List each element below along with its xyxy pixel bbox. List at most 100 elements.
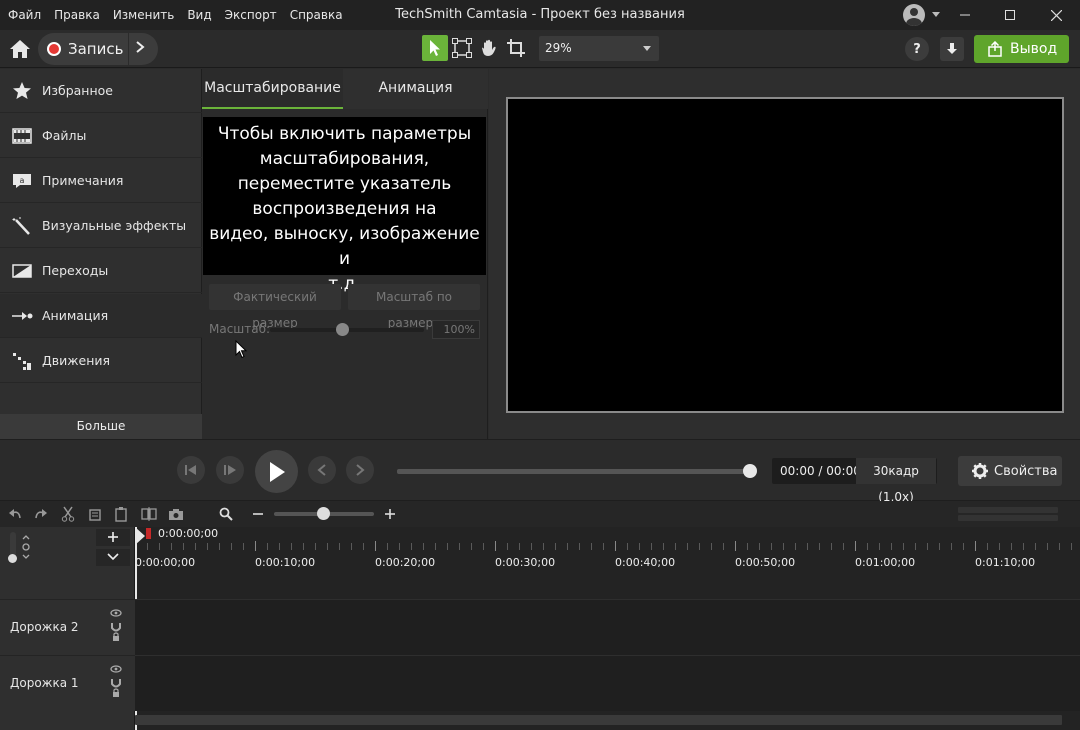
track-lane[interactable] bbox=[135, 599, 1080, 655]
snapshot-button[interactable] bbox=[167, 505, 185, 523]
ruler-tick bbox=[483, 543, 484, 550]
tab-zoom[interactable]: Масштабирование bbox=[202, 69, 343, 109]
play-button[interactable] bbox=[255, 450, 298, 493]
ruler-tick bbox=[795, 543, 796, 550]
edit-tool-button[interactable] bbox=[449, 35, 475, 61]
split-button[interactable] bbox=[140, 505, 158, 523]
tab-animation[interactable]: Анимация bbox=[343, 69, 488, 109]
sidebar-item-favorites[interactable]: Избранное bbox=[0, 69, 202, 113]
timeline-zoom-handle[interactable] bbox=[317, 507, 330, 520]
playhead-icon[interactable] bbox=[135, 527, 152, 545]
export-button[interactable]: Вывод bbox=[974, 35, 1069, 63]
chevron-left-icon bbox=[317, 464, 326, 476]
help-button[interactable]: ? bbox=[905, 37, 929, 61]
ruler-tick bbox=[723, 543, 724, 550]
sidebar-item-visual-effects[interactable]: Визуальные эффекты bbox=[0, 204, 202, 248]
step-back-button[interactable] bbox=[177, 456, 205, 484]
fps-readout[interactable]: 30кадр (1,0x) bbox=[856, 458, 936, 504]
track-height-handle[interactable] bbox=[8, 554, 17, 563]
actual-size-button[interactable]: Фактический размер bbox=[209, 284, 341, 330]
ruler-tick bbox=[891, 543, 892, 550]
sidebar-item-label: Визуальные эффекты bbox=[42, 218, 187, 233]
zoom-out-button[interactable] bbox=[249, 505, 267, 523]
fit-button[interactable]: Масштаб по размеру bbox=[348, 284, 480, 330]
copy-button[interactable] bbox=[87, 505, 105, 523]
ruler-tick bbox=[351, 543, 352, 550]
cut-button[interactable] bbox=[59, 505, 77, 523]
redo-button[interactable] bbox=[32, 505, 50, 523]
track-options-button[interactable] bbox=[96, 549, 130, 566]
timeline[interactable]: 0:00:00;00 0:00:00;00 0:00:10;00 0:00:20… bbox=[135, 527, 1080, 730]
ruler-tick bbox=[879, 543, 880, 550]
track-name: Дорожка 2 bbox=[10, 620, 79, 634]
download-button[interactable] bbox=[940, 37, 964, 61]
menu-modify[interactable]: Изменить bbox=[113, 8, 175, 22]
chevron-right-icon bbox=[356, 464, 365, 476]
sidebar-item-media[interactable]: Файлы bbox=[0, 114, 202, 158]
record-button[interactable]: Запись bbox=[38, 33, 158, 65]
sidebar-item-behaviors[interactable]: Движения bbox=[0, 339, 202, 383]
track-controls bbox=[109, 662, 125, 705]
pan-tool-button[interactable] bbox=[476, 35, 502, 61]
sidebar-item-annotations[interactable]: a Примечания bbox=[0, 159, 202, 203]
menu-view[interactable]: Вид bbox=[187, 8, 211, 22]
track-header[interactable]: Дорожка 2 bbox=[0, 599, 135, 655]
ruler-tick bbox=[171, 543, 172, 550]
select-tool-button[interactable] bbox=[422, 35, 448, 61]
next-clip-button[interactable] bbox=[346, 456, 374, 484]
time-ruler[interactable]: 0:00:00;00 0:00:00;00 0:00:10;00 0:00:20… bbox=[135, 527, 1080, 570]
step-forward-button[interactable] bbox=[216, 456, 244, 484]
sidebar-item-transitions[interactable]: Переходы bbox=[0, 249, 202, 293]
info-line: переместите указатель bbox=[237, 174, 452, 194]
menu-help[interactable]: Справка bbox=[290, 8, 343, 22]
timeline-scrollbar[interactable] bbox=[135, 715, 1062, 725]
sidebar-item-label: Избранное bbox=[42, 83, 113, 98]
ruler-tick bbox=[195, 543, 196, 550]
zoom-in-button[interactable] bbox=[381, 505, 399, 523]
menu-export[interactable]: Экспорт bbox=[225, 8, 277, 22]
user-avatar-icon[interactable] bbox=[903, 4, 925, 26]
ruler-tick bbox=[807, 543, 808, 550]
magnet-icon[interactable] bbox=[20, 535, 32, 562]
scale-slider-handle[interactable] bbox=[336, 323, 349, 336]
timeline-zoom-button[interactable] bbox=[217, 505, 235, 523]
track-header[interactable]: Дорожка 1 bbox=[0, 655, 135, 711]
chevron-down-icon[interactable] bbox=[932, 12, 940, 17]
playback-progress[interactable] bbox=[397, 469, 751, 474]
track-lane[interactable] bbox=[135, 655, 1080, 711]
close-button[interactable] bbox=[1033, 0, 1079, 30]
menu-file[interactable]: Файл bbox=[8, 8, 41, 22]
step-back-icon bbox=[185, 465, 196, 475]
scale-value-field[interactable]: 100% bbox=[432, 320, 480, 339]
ruler-tick bbox=[927, 543, 928, 550]
add-track-button[interactable] bbox=[96, 529, 130, 546]
undo-button[interactable] bbox=[6, 505, 24, 523]
ruler-tick bbox=[447, 543, 448, 550]
sidebar-item-animation[interactable]: Анимация bbox=[0, 294, 202, 338]
sidebar-item-label: Файлы bbox=[42, 128, 87, 143]
zoom-select[interactable]: 29% bbox=[539, 36, 659, 61]
properties-button[interactable]: Свойства bbox=[958, 456, 1062, 486]
ruler-tick bbox=[975, 541, 976, 551]
maximize-button[interactable] bbox=[987, 0, 1033, 30]
crop-tool-button[interactable] bbox=[503, 35, 529, 61]
undo-icon bbox=[9, 509, 21, 519]
sidebar-item-label: Анимация bbox=[42, 308, 109, 323]
scale-label: Масштаб: bbox=[209, 322, 271, 336]
ruler-label: 0:00:40;00 bbox=[615, 556, 676, 569]
chevron-down-icon bbox=[107, 553, 119, 561]
more-button[interactable]: Больше bbox=[0, 414, 202, 439]
ruler-tick bbox=[963, 543, 964, 550]
previous-clip-button[interactable] bbox=[308, 456, 336, 484]
minimize-button[interactable] bbox=[942, 0, 988, 30]
gear-icon bbox=[972, 463, 988, 479]
home-button[interactable] bbox=[8, 38, 32, 60]
transform-icon bbox=[452, 38, 472, 58]
track-controls bbox=[109, 606, 125, 649]
paste-button[interactable] bbox=[112, 505, 130, 523]
chevron-right-icon[interactable] bbox=[135, 40, 145, 58]
preview-canvas[interactable] bbox=[506, 97, 1064, 413]
playback-progress-handle[interactable] bbox=[743, 464, 757, 478]
menu-edit[interactable]: Правка bbox=[54, 8, 100, 22]
mouse-pointer-icon bbox=[235, 339, 248, 363]
